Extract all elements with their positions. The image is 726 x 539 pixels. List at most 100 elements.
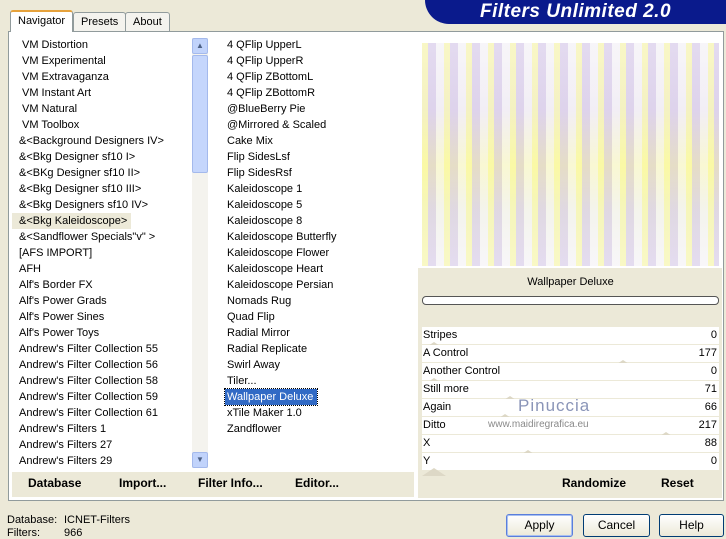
- category-item[interactable]: &<Bkg Designers sf10 IV>: [12, 197, 192, 213]
- category-row: Andrew's Filters 29: [12, 453, 192, 468]
- scroll-up-icon[interactable]: ▲: [192, 38, 208, 54]
- filter-item[interactable]: Radial Replicate: [220, 341, 414, 357]
- filter-row: Swirl Away: [220, 357, 414, 373]
- filter-item[interactable]: Kaleidoscope 1: [220, 181, 414, 197]
- category-item[interactable]: Andrew's Filters 27: [12, 437, 192, 453]
- filter-item[interactable]: 4 QFlip ZBottomL: [220, 69, 414, 85]
- slider-x[interactable]: X 88: [422, 435, 719, 458]
- category-item[interactable]: Andrew's Filter Collection 61: [12, 405, 192, 421]
- filter-item[interactable]: Wallpaper Deluxe: [223, 388, 319, 406]
- database-label: Database:: [7, 514, 58, 526]
- category-item[interactable]: Alf's Border FX: [12, 277, 192, 293]
- scroll-down-icon[interactable]: ▼: [192, 452, 208, 468]
- filter-item[interactable]: xTile Maker 1.0: [220, 405, 414, 421]
- editor-button[interactable]: Editor...: [295, 476, 339, 490]
- filter-item[interactable]: Kaleidoscope Heart: [220, 261, 414, 277]
- slider-value: 0: [710, 455, 717, 467]
- apply-button[interactable]: Apply: [506, 514, 573, 537]
- filter-row: @BlueBerry Pie: [220, 101, 414, 117]
- category-item[interactable]: VM Distortion: [12, 38, 192, 53]
- filter-row: Flip SidesRsf: [220, 165, 414, 181]
- help-button[interactable]: Help: [659, 514, 724, 537]
- slider-label: Ditto: [423, 419, 446, 431]
- filters-count: 966: [64, 527, 83, 539]
- category-item[interactable]: Andrew's Filter Collection 58: [12, 373, 192, 389]
- filter-item[interactable]: Tiler...: [220, 373, 414, 389]
- slider-value: 217: [698, 419, 717, 431]
- filter-info-button[interactable]: Filter Info...: [198, 476, 263, 490]
- filter-item[interactable]: Zandflower: [220, 421, 414, 437]
- slider-y[interactable]: Y0: [422, 453, 719, 476]
- category-item[interactable]: &<Sandflower Specials"v" >: [12, 229, 192, 245]
- preview-title: Wallpaper Deluxe: [527, 276, 614, 288]
- slider-value: 0: [710, 329, 717, 341]
- category-row: &<Bkg Designer sf10 III>: [12, 181, 192, 197]
- category-item[interactable]: &<Background Designers IV>: [12, 133, 192, 149]
- category-item[interactable]: Andrew's Filters 1: [12, 421, 192, 437]
- filter-item[interactable]: 4 QFlip ZBottomR: [220, 85, 414, 101]
- category-item[interactable]: &<BKg Designer sf10 II>: [12, 165, 192, 181]
- category-item[interactable]: VM Natural: [12, 101, 192, 117]
- filter-item[interactable]: 4 QFlip UpperR: [220, 53, 414, 69]
- filter-item[interactable]: Kaleidoscope Persian: [220, 277, 414, 293]
- category-item[interactable]: Alf's Power Grads: [12, 293, 192, 309]
- category-row: VM Distortion: [12, 38, 192, 53]
- slider-value: 0: [710, 365, 717, 377]
- category-item[interactable]: &<Bkg Kaleidoscope>: [12, 213, 132, 229]
- category-row: [AFS IMPORT]: [12, 245, 192, 261]
- filter-item[interactable]: Kaleidoscope 5: [220, 197, 414, 213]
- filter-item[interactable]: Flip SidesRsf: [220, 165, 414, 181]
- category-item[interactable]: Andrew's Filter Collection 59: [12, 389, 192, 405]
- filter-item[interactable]: Radial Mirror: [220, 325, 414, 341]
- category-item[interactable]: Andrew's Filter Collection 56: [12, 357, 192, 373]
- category-item[interactable]: Andrew's Filter Collection 55: [12, 341, 192, 357]
- category-item[interactable]: VM Experimental: [12, 53, 192, 69]
- cancel-button[interactable]: Cancel: [583, 514, 650, 537]
- category-row: Alf's Power Toys: [12, 325, 192, 341]
- category-scrollbar[interactable]: ▲ ▼: [192, 38, 208, 468]
- tab-about[interactable]: About: [125, 12, 170, 31]
- filter-preview-image: [422, 43, 719, 266]
- category-item[interactable]: VM Instant Art: [12, 85, 192, 101]
- category-list[interactable]: VM Distortion VM Experimental VM Extravaga…: [12, 38, 192, 468]
- filter-list[interactable]: 4 QFlip UpperL 4 QFlip UpperR 4 QFlip ZBot…: [220, 38, 414, 468]
- slider-value: 71: [704, 383, 717, 395]
- filter-item[interactable]: Nomads Rug: [220, 293, 414, 309]
- category-row: &<Bkg Kaleidoscope>: [12, 213, 192, 229]
- tab-navigator[interactable]: Navigator: [10, 10, 74, 32]
- reset-button[interactable]: Reset: [661, 476, 694, 490]
- slider-a-control[interactable]: A Control 177: [422, 345, 719, 368]
- category-row: Andrew's Filter Collection 59: [12, 389, 192, 405]
- filter-item[interactable]: Cake Mix: [220, 133, 414, 149]
- category-item[interactable]: [AFS IMPORT]: [12, 245, 192, 261]
- slider-stripes[interactable]: Stripes 0: [422, 327, 719, 350]
- filter-item[interactable]: @Mirrored & Scaled: [220, 117, 414, 133]
- category-item[interactable]: &<Bkg Designer sf10 I>: [12, 149, 192, 165]
- category-item[interactable]: &<Bkg Designer sf10 III>: [12, 181, 192, 197]
- category-item[interactable]: VM Toolbox: [12, 117, 192, 133]
- slider-another-control[interactable]: Another Control 0: [422, 363, 719, 386]
- database-button[interactable]: Database: [28, 476, 81, 490]
- filter-row: Flip SidesLsf: [220, 149, 414, 165]
- filter-item[interactable]: Kaleidoscope 8: [220, 213, 414, 229]
- category-item[interactable]: VM Extravaganza: [12, 69, 192, 85]
- category-item[interactable]: AFH: [12, 261, 192, 277]
- tab-presets[interactable]: Presets: [73, 12, 127, 31]
- filter-item[interactable]: 4 QFlip UpperL: [220, 38, 414, 53]
- import-button[interactable]: Import...: [119, 476, 166, 490]
- category-item[interactable]: Andrew's Filters 29: [12, 453, 192, 468]
- filter-item[interactable]: Flip SidesLsf: [220, 149, 414, 165]
- filter-item[interactable]: Kaleidoscope Butterfly: [220, 229, 414, 245]
- category-row: VM Toolbox: [12, 117, 192, 133]
- randomize-button[interactable]: Randomize: [562, 476, 626, 490]
- filter-item[interactable]: Swirl Away: [220, 357, 414, 373]
- filter-row: Kaleidoscope Heart: [220, 261, 414, 277]
- category-item[interactable]: Alf's Power Sines: [12, 309, 192, 325]
- filter-item[interactable]: Kaleidoscope Flower: [220, 245, 414, 261]
- filter-row: Nomads Rug: [220, 293, 414, 309]
- filter-row: Tiler...: [220, 373, 414, 389]
- category-item[interactable]: Alf's Power Toys: [12, 325, 192, 341]
- filter-item[interactable]: Quad Flip: [220, 309, 414, 325]
- filter-item[interactable]: @BlueBerry Pie: [220, 101, 414, 117]
- scroll-thumb[interactable]: [192, 55, 208, 173]
